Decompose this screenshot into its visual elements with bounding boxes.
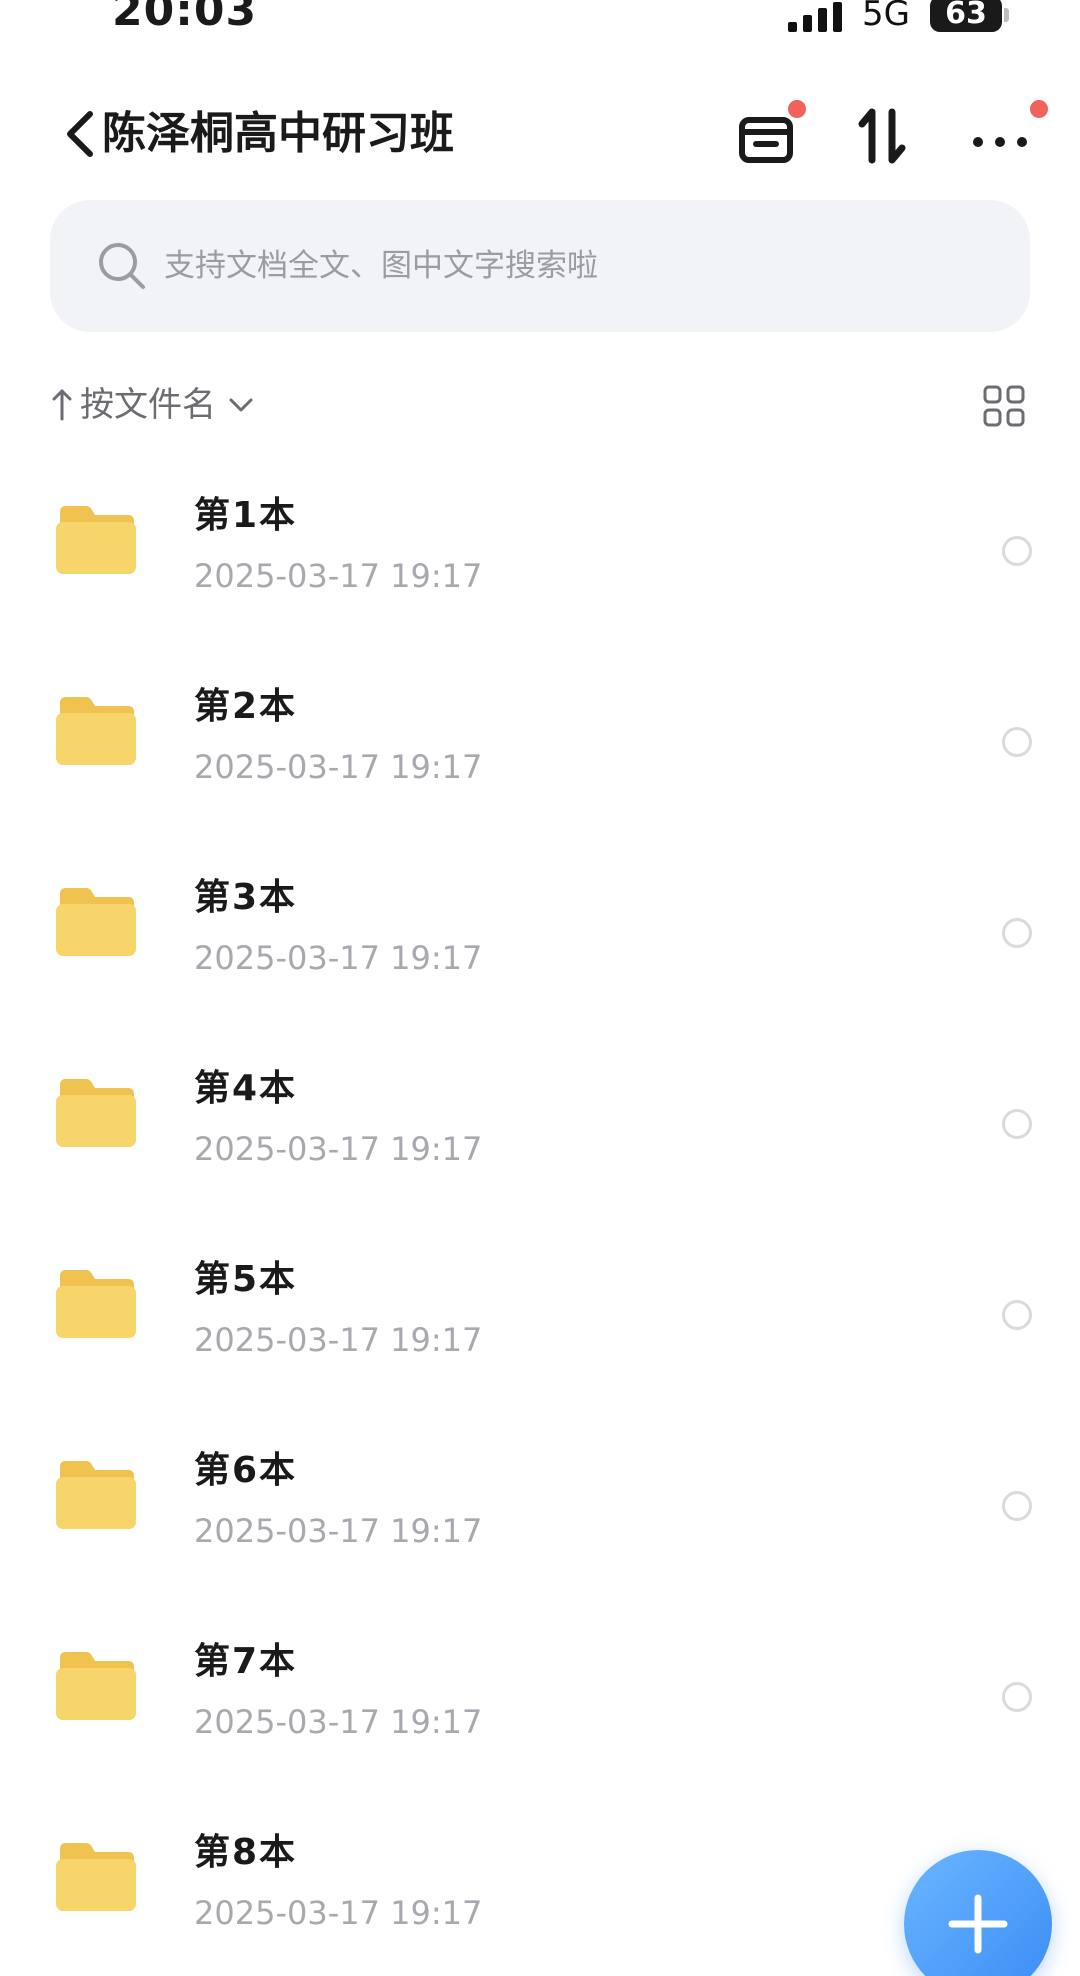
folder-icon (56, 506, 136, 574)
folder-icon (56, 888, 136, 956)
battery-icon: 63 (930, 0, 1002, 32)
file-name: 第7本 (194, 1641, 298, 1682)
network-label: 5G (862, 0, 910, 34)
battery-tip (1004, 8, 1009, 22)
status-bar: 20:03 5G 63 (0, 0, 1080, 40)
folder-icon (56, 1079, 136, 1147)
file-name: 第1本 (194, 495, 298, 536)
grid-view-icon[interactable] (982, 384, 1026, 428)
page-title: 陈泽桐高中研习班 (102, 108, 454, 159)
list-item[interactable]: 第4本 2025-03-17 19:17 (0, 1033, 1080, 1224)
file-name: 第2本 (194, 686, 298, 727)
status-time: 20:03 (112, 0, 258, 36)
select-checkbox[interactable] (1002, 727, 1032, 757)
file-date: 2025-03-17 19:17 (194, 1130, 483, 1168)
sort-row: 按文件名 (0, 370, 1080, 440)
back-chevron-icon[interactable] (60, 106, 100, 162)
list-item[interactable]: 第1本 2025-03-17 19:17 (0, 460, 1080, 651)
file-date: 2025-03-17 19:17 (194, 1703, 483, 1741)
file-name: 第5本 (194, 1259, 298, 1300)
folder-icon (56, 1461, 136, 1529)
file-date: 2025-03-17 19:17 (194, 748, 483, 786)
search-input[interactable]: 支持文档全文、图中文字搜索啦 (50, 200, 1030, 332)
file-name: 第4本 (194, 1068, 298, 1109)
file-browser-screen: 20:03 5G 63 陈泽桐高中研习班 支持文档全文、图中文字搜索啦 按文件名… (0, 0, 1080, 1976)
select-checkbox[interactable] (1002, 536, 1032, 566)
search-placeholder: 支持文档全文、图中文字搜索啦 (164, 248, 598, 284)
folder-icon (56, 697, 136, 765)
file-name: 第6本 (194, 1450, 298, 1491)
file-date: 2025-03-17 19:17 (194, 1321, 483, 1359)
notification-dot (788, 100, 806, 118)
file-date: 2025-03-17 19:17 (194, 939, 483, 977)
list-item[interactable]: 第3本 2025-03-17 19:17 (0, 842, 1080, 1033)
file-date: 2025-03-17 19:17 (194, 1512, 483, 1550)
select-checkbox[interactable] (1002, 1491, 1032, 1521)
sort-transfer-icon[interactable] (854, 106, 914, 166)
list-item[interactable]: 第5本 2025-03-17 19:17 (0, 1224, 1080, 1415)
folder-icon (56, 1652, 136, 1720)
header: 陈泽桐高中研习班 (0, 90, 1080, 180)
folder-icon (56, 1843, 136, 1911)
file-name: 第3本 (194, 877, 298, 918)
chevron-down-icon (229, 398, 253, 412)
select-checkbox[interactable] (1002, 918, 1032, 948)
file-date: 2025-03-17 19:17 (194, 557, 483, 595)
file-date: 2025-03-17 19:17 (194, 1894, 483, 1932)
more-icon[interactable] (970, 106, 1030, 166)
battery-level: 63 (945, 0, 987, 31)
select-checkbox[interactable] (1002, 1109, 1032, 1139)
plus-icon (948, 1894, 1008, 1954)
notification-dot (1030, 100, 1048, 118)
signal-icon (788, 2, 842, 32)
select-checkbox[interactable] (1002, 1300, 1032, 1330)
sort-dropdown[interactable]: 按文件名 (50, 380, 256, 430)
sort-label: 按文件名 (80, 385, 216, 425)
inbox-icon[interactable] (736, 106, 796, 166)
folder-icon (56, 1270, 136, 1338)
list-item[interactable]: 第6本 2025-03-17 19:17 (0, 1415, 1080, 1606)
list-item[interactable]: 第2本 2025-03-17 19:17 (0, 651, 1080, 842)
arrow-up-icon (52, 389, 72, 421)
search-icon (99, 243, 145, 289)
file-list: 第1本 2025-03-17 19:17 第2本 2025-03-17 19:1… (0, 460, 1080, 1976)
file-name: 第8本 (194, 1832, 298, 1873)
select-checkbox[interactable] (1002, 1682, 1032, 1712)
list-item[interactable]: 第7本 2025-03-17 19:17 (0, 1606, 1080, 1797)
